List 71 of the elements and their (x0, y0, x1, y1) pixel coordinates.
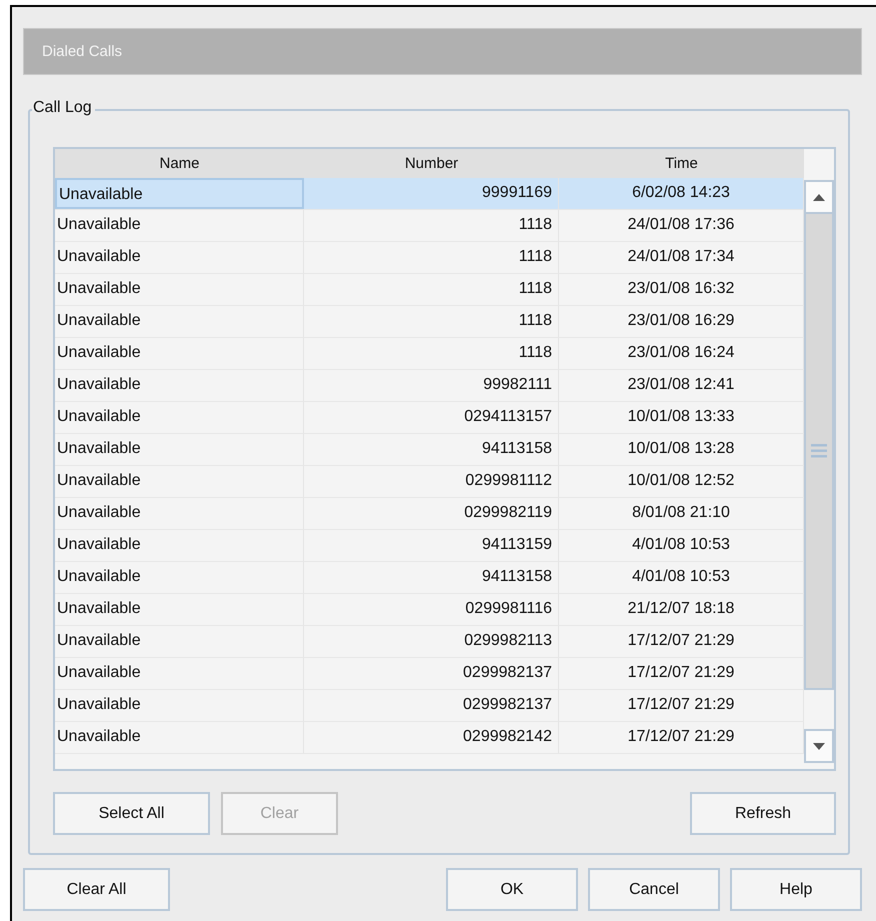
table-cell: 0299981116 (304, 594, 559, 625)
table-cell: 0299982137 (304, 658, 559, 689)
table-cell: Unavailable (55, 690, 304, 721)
table-cell: Unavailable (55, 274, 304, 305)
scroll-up-button[interactable] (804, 180, 834, 214)
table-cell: Unavailable (55, 466, 304, 497)
table-row[interactable]: Unavailable 94113158 10/01/08 13:28 (55, 434, 804, 466)
table-row[interactable]: Unavailable 94113158 4/01/08 10:53 (55, 562, 804, 594)
dialog-button[interactable]: OK (446, 868, 578, 911)
table-cell: 94113158 (304, 434, 559, 465)
clear-all-button[interactable]: Clear All (23, 868, 170, 911)
dialog-button[interactable]: Help (730, 868, 862, 911)
table-row[interactable]: Unavailable 0299982137 17/12/07 21:29 (55, 658, 804, 690)
table-cell: Unavailable (55, 722, 304, 753)
table-cell: 0299982137 (304, 690, 559, 721)
group-label: Call Log (32, 99, 95, 117)
table-cell: 0299981112 (304, 466, 559, 497)
dialog-button[interactable]: Cancel (588, 868, 720, 911)
column-header[interactable]: Time (559, 149, 804, 178)
table-cell: Unavailable (55, 594, 304, 625)
table-cell: 1118 (304, 242, 559, 273)
refresh-button[interactable]: Refresh (690, 792, 836, 835)
table-row[interactable]: Unavailable 0299982137 17/12/07 21:29 (55, 690, 804, 722)
scroll-down-button[interactable] (804, 729, 834, 763)
table-cell: Unavailable (55, 626, 304, 657)
table-cell: 1118 (304, 210, 559, 241)
window-title: Dialed Calls (42, 43, 122, 60)
down-arrow-icon (813, 742, 825, 750)
table-cell: Unavailable (55, 242, 304, 273)
table-cell: 99982111 (304, 370, 559, 401)
table-cell: Unavailable (55, 370, 304, 401)
table-cell: Unavailable (55, 178, 304, 209)
table-row[interactable]: Unavailable 0299982119 8/01/08 21:10 (55, 498, 804, 530)
action-button[interactable]: Select All (53, 792, 210, 835)
table-cell: 0299982142 (304, 722, 559, 753)
table-row[interactable]: Unavailable 1118 24/01/08 17:36 (55, 210, 804, 242)
table-cell: 0299982119 (304, 498, 559, 529)
table-row[interactable]: Unavailable 0299982113 17/12/07 21:29 (55, 626, 804, 658)
table-cell: Unavailable (55, 530, 304, 561)
column-header[interactable]: Number (304, 149, 559, 178)
table-row[interactable]: Unavailable 0299982142 17/12/07 21:29 (55, 722, 804, 754)
table-cell: 0294113157 (304, 402, 559, 433)
table-cell: Unavailable (55, 402, 304, 433)
table-cell: 1118 (304, 274, 559, 305)
table-row[interactable]: Unavailable 1118 23/01/08 16:29 (55, 306, 804, 338)
table-cell: Unavailable (55, 658, 304, 689)
table-cell: 94113158 (304, 562, 559, 593)
table-row[interactable]: Unavailable 94113159 4/01/08 10:53 (55, 530, 804, 562)
scroll-thumb[interactable] (804, 214, 834, 690)
table-cell: 0299982113 (304, 626, 559, 657)
table-row[interactable]: Unavailable 1118 23/01/08 16:32 (55, 274, 804, 306)
table-row[interactable]: Unavailable 1118 23/01/08 16:24 (55, 338, 804, 370)
table-row[interactable]: Unavailable 0299981112 10/01/08 12:52 (55, 466, 804, 498)
table-row[interactable]: Unavailable 0299981116 21/12/07 18:18 (55, 594, 804, 626)
table-cell: Unavailable (55, 498, 304, 529)
table-row[interactable]: Unavailable 99991169 6/02/08 14:23 (55, 178, 804, 210)
up-arrow-icon (813, 194, 825, 200)
grip-icon (811, 444, 827, 458)
table-row[interactable]: Unavailable 1118 24/01/08 17:34 (55, 242, 804, 274)
table-cell: Unavailable (55, 338, 304, 369)
table-cell: Unavailable (55, 562, 304, 593)
table-row[interactable]: Unavailable 0294113157 10/01/08 13:33 (55, 402, 804, 434)
table-cell: 99991169 (304, 178, 559, 209)
table-cell: Unavailable (55, 434, 304, 465)
table-cell: 1118 (304, 306, 559, 337)
column-header[interactable]: Name (55, 149, 304, 178)
table-cell: 1118 (304, 338, 559, 369)
table-cell: Unavailable (55, 210, 304, 241)
table-cell: 94113159 (304, 530, 559, 561)
table-row[interactable]: Unavailable 99982111 23/01/08 12:41 (55, 370, 804, 402)
table-cell: Unavailable (55, 306, 304, 337)
